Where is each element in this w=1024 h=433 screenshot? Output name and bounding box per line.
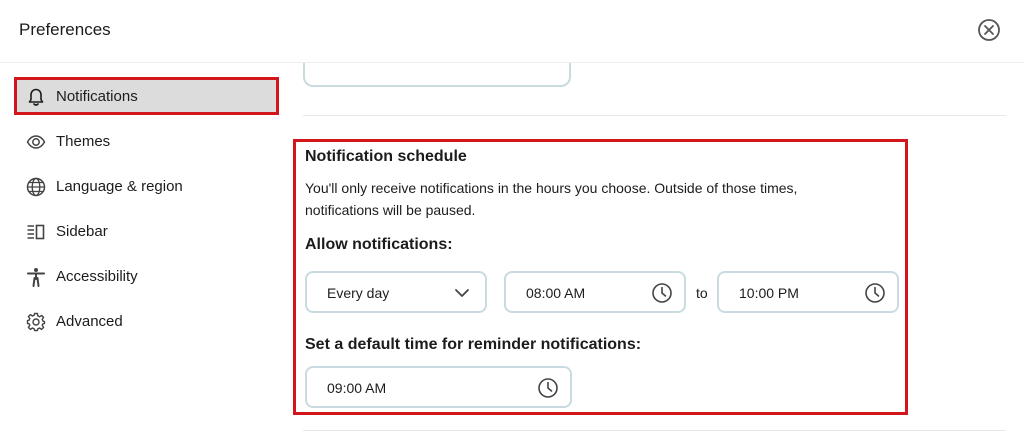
to-label: to xyxy=(696,285,708,301)
sidebar-item-label: Advanced xyxy=(56,313,123,330)
section-description: You'll only receive notifications in the… xyxy=(305,180,798,218)
close-button[interactable] xyxy=(977,18,1001,42)
start-time-value: 08:00 AM xyxy=(526,285,586,301)
gear-icon xyxy=(26,312,46,332)
notification-schedule-section: Notification schedule You'll only receiv… xyxy=(293,139,908,415)
close-circle-icon xyxy=(978,19,1000,41)
chevron-down-icon xyxy=(455,289,469,297)
end-time-value: 10:00 PM xyxy=(739,285,799,301)
sidebar-item-label: Sidebar xyxy=(56,223,108,240)
section-title: Notification schedule xyxy=(305,148,467,165)
preferences-content: Notification schedule You'll only receiv… xyxy=(290,63,1024,433)
globe-icon xyxy=(26,177,46,197)
bell-icon xyxy=(28,88,44,106)
dialog-header: Preferences xyxy=(0,0,1024,62)
sidebar-item-label: Accessibility xyxy=(56,268,138,285)
accessibility-person-icon xyxy=(27,268,45,287)
sidebar-item-label: Language & region xyxy=(56,178,183,195)
sidebar-item-label: Notifications xyxy=(56,88,138,105)
sidebar-item-advanced[interactable]: Advanced xyxy=(14,303,279,341)
sidebar-item-language-region[interactable]: Language & region xyxy=(14,168,279,206)
allow-notifications-label: Allow notifications: xyxy=(305,236,453,253)
end-time-picker[interactable]: 10:00 PM xyxy=(717,271,899,313)
clock-icon xyxy=(538,378,558,398)
frequency-select[interactable]: Every day xyxy=(305,271,487,313)
section-divider xyxy=(303,115,1006,116)
clock-icon xyxy=(865,283,885,303)
sidebar-layout-icon xyxy=(27,224,45,240)
start-time-picker[interactable]: 08:00 AM xyxy=(504,271,686,313)
frequency-value: Every day xyxy=(327,285,390,301)
previous-setting-field[interactable] xyxy=(303,63,571,87)
dialog-title: Preferences xyxy=(19,20,111,39)
sidebar-item-notifications[interactable]: Notifications xyxy=(14,77,279,115)
preferences-sidebar: Notifications Themes Language & region S… xyxy=(0,63,290,433)
eye-icon xyxy=(26,135,46,149)
sidebar-item-sidebar[interactable]: Sidebar xyxy=(14,213,279,251)
reminder-time-value: 09:00 AM xyxy=(327,380,387,396)
section-divider xyxy=(303,430,1006,431)
reminder-time-label: Set a default time for reminder notifica… xyxy=(305,336,642,353)
sidebar-item-themes[interactable]: Themes xyxy=(14,123,279,161)
sidebar-item-label: Themes xyxy=(56,133,111,150)
clock-icon xyxy=(652,283,672,303)
sidebar-item-accessibility[interactable]: Accessibility xyxy=(14,258,279,296)
reminder-time-picker[interactable]: 09:00 AM xyxy=(305,366,572,408)
